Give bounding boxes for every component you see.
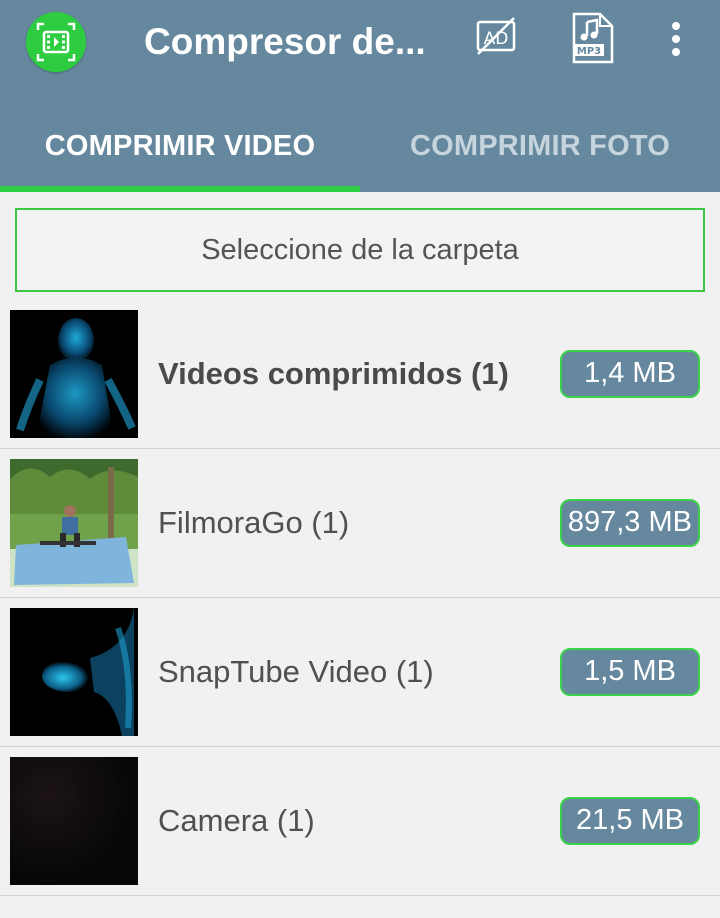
no-ads-icon[interactable]: AD: [474, 14, 518, 58]
size-badge: 1,5 MB: [560, 648, 700, 696]
mp3-file-icon[interactable]: MP3: [570, 12, 616, 66]
more-vert-icon[interactable]: [662, 20, 690, 60]
tab-bar: COMPRIMIR VIDEO COMPRIMIR FOTO: [0, 110, 720, 192]
folder-name: Videos comprimidos (1): [158, 356, 509, 391]
app-title: Compresor de...: [144, 21, 426, 62]
video-compress-logo-icon: [26, 12, 86, 72]
video-thumbnail: [10, 310, 138, 438]
folder-name: Camera (1): [158, 803, 315, 838]
tab-comprimir-video[interactable]: COMPRIMIR VIDEO: [0, 110, 360, 192]
select-folder-button[interactable]: Seleccione de la carpeta: [15, 208, 705, 292]
list-item[interactable]: Camera (1) 21,5 MB: [0, 747, 720, 896]
tab-indicator: [0, 186, 360, 192]
list-item[interactable]: FilmoraGo (1) 897,3 MB: [0, 449, 720, 598]
video-thumbnail: [10, 608, 138, 736]
video-thumbnail: [10, 757, 138, 885]
app-bar: Compresor de... AD MP3 COMPRIMIR VIDEO C…: [0, 0, 720, 192]
video-thumbnail: [10, 459, 138, 587]
folder-name: SnapTube Video (1): [158, 654, 434, 689]
size-badge: 1,4 MB: [560, 350, 700, 398]
size-badge: 21,5 MB: [560, 797, 700, 845]
list-item[interactable]: SnapTube Video (1) 1,5 MB: [0, 598, 720, 747]
mp3-icon-label: MP3: [577, 46, 601, 57]
folder-name: FilmoraGo (1): [158, 505, 350, 540]
list-item[interactable]: Videos comprimidos (1) 1,4 MB: [0, 300, 720, 449]
size-badge: 897,3 MB: [559, 499, 700, 547]
tab-comprimir-foto[interactable]: COMPRIMIR FOTO: [360, 110, 720, 192]
folder-list: Videos comprimidos (1) 1,4 MB FilmoraGo …: [0, 300, 720, 896]
